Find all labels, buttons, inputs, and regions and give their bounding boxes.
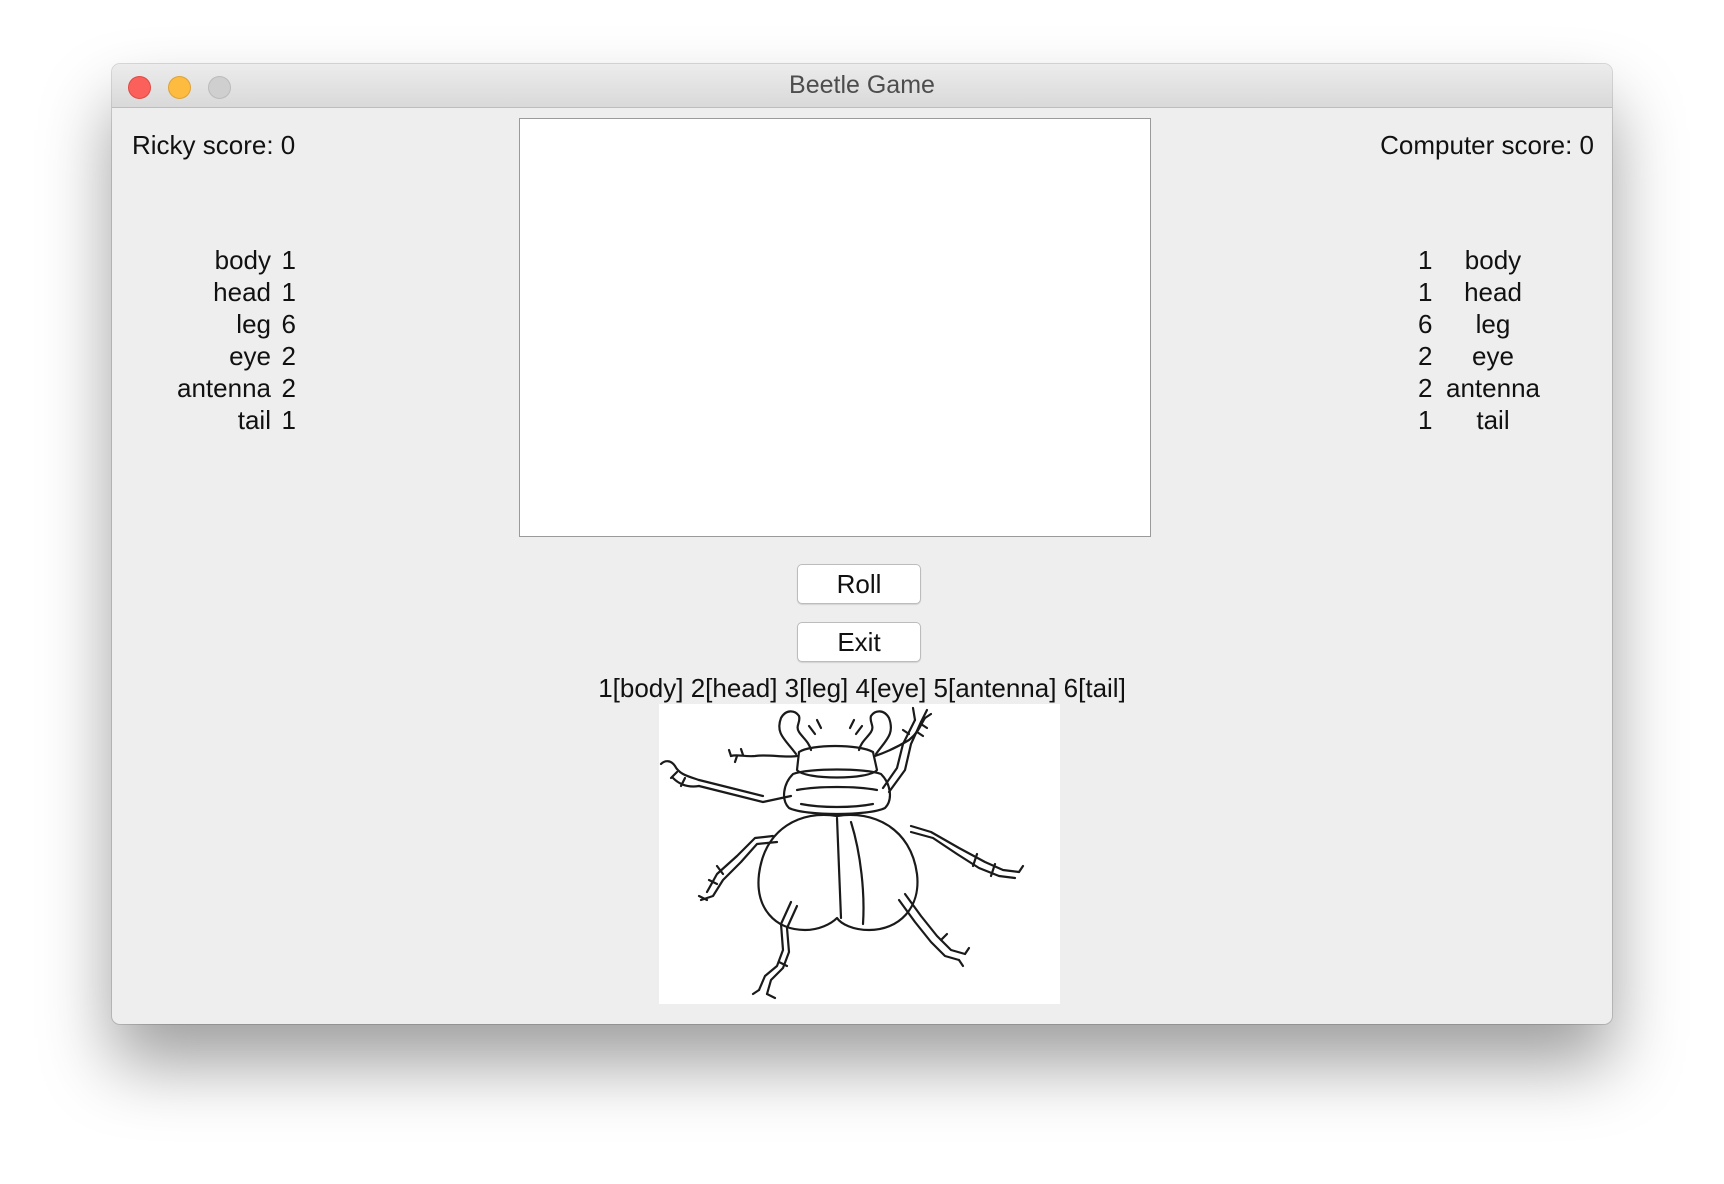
computer-part-row: 2 eye xyxy=(1418,340,1546,372)
title-bar: Beetle Game xyxy=(112,64,1612,108)
window-title: Beetle Game xyxy=(789,71,935,99)
part-count: 1 xyxy=(1418,245,1433,275)
part-count: 2 xyxy=(1418,341,1433,371)
part-count: 2 xyxy=(1418,373,1433,403)
player-part-row: eye 2 xyxy=(156,340,296,372)
part-count: 1 xyxy=(281,405,296,435)
computer-parts-list: 1 body 1 head 6 leg 2 eye 2 antenna 1 tail xyxy=(1418,244,1546,436)
player-parts-list: body 1 head 1 leg 6 eye 2 antenna 2 tail 1 xyxy=(156,244,296,436)
computer-part-row: 1 head xyxy=(1418,276,1546,308)
part-name: eye xyxy=(229,341,271,371)
player-part-row: head 1 xyxy=(156,276,296,308)
game-window: Beetle Game Ricky score: 0 Computer scor… xyxy=(112,64,1612,1024)
part-name: body xyxy=(214,245,271,275)
part-name: leg xyxy=(1475,309,1511,339)
dice-display-panel xyxy=(519,118,1151,537)
part-count: 1 xyxy=(281,245,296,275)
computer-part-row: 1 tail xyxy=(1418,404,1546,436)
part-name: antenna xyxy=(177,373,271,403)
part-count: 1 xyxy=(1418,405,1433,435)
computer-part-row: 2 antenna xyxy=(1418,372,1546,404)
exit-button[interactable]: Exit xyxy=(797,622,921,662)
player-part-row: tail 1 xyxy=(156,404,296,436)
part-name: eye xyxy=(1472,341,1514,371)
part-name: head xyxy=(1464,277,1522,307)
player-part-row: antenna 2 xyxy=(156,372,296,404)
part-name: head xyxy=(213,277,271,307)
computer-part-row: 1 body xyxy=(1418,244,1546,276)
beetle-image xyxy=(659,704,1060,1004)
roll-button[interactable]: Roll xyxy=(797,564,921,604)
part-count: 1 xyxy=(1418,277,1433,307)
player-score: Ricky score: 0 xyxy=(132,130,296,160)
part-count: 6 xyxy=(1418,309,1433,339)
player-part-row: body 1 xyxy=(156,244,296,276)
part-name: tail xyxy=(1476,405,1510,435)
computer-score: Computer score: 0 xyxy=(1380,130,1594,160)
part-count: 6 xyxy=(281,309,296,339)
computer-part-row: 6 leg xyxy=(1418,308,1546,340)
part-name: body xyxy=(1464,245,1522,275)
part-count: 1 xyxy=(281,277,296,307)
player-part-row: leg 6 xyxy=(156,308,296,340)
dice-legend: 1[body] 2[head] 3[leg] 4[eye] 5[antenna]… xyxy=(598,673,1126,703)
part-count: 2 xyxy=(281,341,296,371)
part-name: tail xyxy=(237,405,271,435)
part-name: antenna xyxy=(1446,373,1540,403)
part-name: leg xyxy=(236,309,271,339)
beetle-drawing xyxy=(659,706,1025,1000)
part-count: 2 xyxy=(281,373,296,403)
